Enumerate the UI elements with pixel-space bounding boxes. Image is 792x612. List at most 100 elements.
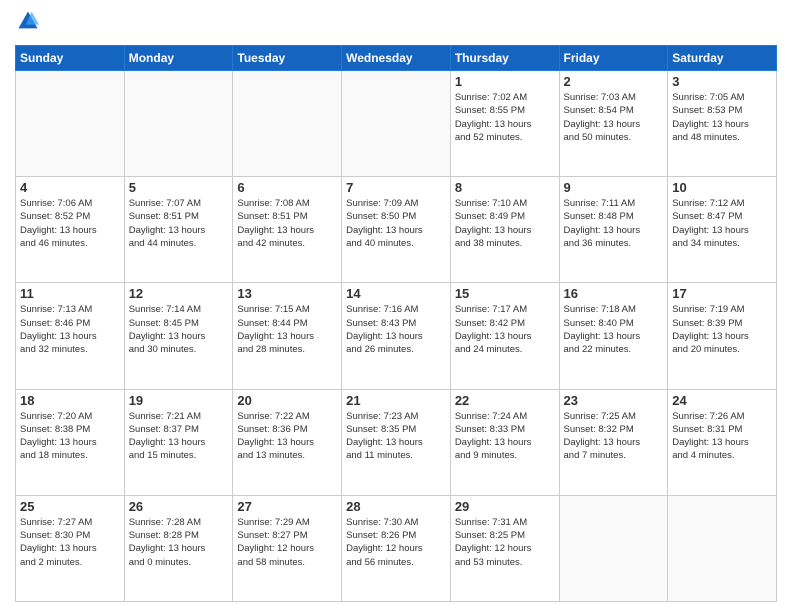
day-info: Sunrise: 7:24 AMSunset: 8:33 PMDaylight:… bbox=[455, 410, 555, 463]
day-info: Sunrise: 7:05 AMSunset: 8:53 PMDaylight:… bbox=[672, 91, 772, 144]
calendar-day-header: Friday bbox=[559, 46, 668, 71]
day-number: 19 bbox=[129, 393, 229, 408]
day-info: Sunrise: 7:14 AMSunset: 8:45 PMDaylight:… bbox=[129, 303, 229, 356]
calendar-day-header: Thursday bbox=[450, 46, 559, 71]
logo-icon bbox=[17, 10, 39, 32]
day-number: 21 bbox=[346, 393, 446, 408]
calendar-cell: 1 Sunrise: 7:02 AMSunset: 8:55 PMDaylight… bbox=[450, 71, 559, 177]
day-info: Sunrise: 7:30 AMSunset: 8:26 PMDaylight:… bbox=[346, 516, 446, 569]
day-number: 5 bbox=[129, 180, 229, 195]
day-info: Sunrise: 7:02 AMSunset: 8:55 PMDaylight:… bbox=[455, 91, 555, 144]
day-number: 25 bbox=[20, 499, 120, 514]
day-info: Sunrise: 7:26 AMSunset: 8:31 PMDaylight:… bbox=[672, 410, 772, 463]
day-info: Sunrise: 7:06 AMSunset: 8:52 PMDaylight:… bbox=[20, 197, 120, 250]
day-number: 3 bbox=[672, 74, 772, 89]
calendar-header-row: SundayMondayTuesdayWednesdayThursdayFrid… bbox=[16, 46, 777, 71]
calendar-cell bbox=[559, 495, 668, 601]
calendar-cell: 26 Sunrise: 7:28 AMSunset: 8:28 PMDayligh… bbox=[124, 495, 233, 601]
calendar-cell: 7 Sunrise: 7:09 AMSunset: 8:50 PMDaylight… bbox=[342, 177, 451, 283]
page: SundayMondayTuesdayWednesdayThursdayFrid… bbox=[0, 0, 792, 612]
calendar-cell: 19 Sunrise: 7:21 AMSunset: 8:37 PMDayligh… bbox=[124, 389, 233, 495]
calendar-cell bbox=[233, 71, 342, 177]
calendar-cell: 23 Sunrise: 7:25 AMSunset: 8:32 PMDayligh… bbox=[559, 389, 668, 495]
calendar-cell: 22 Sunrise: 7:24 AMSunset: 8:33 PMDayligh… bbox=[450, 389, 559, 495]
calendar-cell: 5 Sunrise: 7:07 AMSunset: 8:51 PMDaylight… bbox=[124, 177, 233, 283]
day-info: Sunrise: 7:23 AMSunset: 8:35 PMDaylight:… bbox=[346, 410, 446, 463]
day-number: 1 bbox=[455, 74, 555, 89]
day-number: 14 bbox=[346, 286, 446, 301]
calendar-cell: 13Sunrise: 7:15 AMSunset: 8:44 PMDayligh… bbox=[233, 283, 342, 389]
day-info: Sunrise: 7:21 AMSunset: 8:37 PMDaylight:… bbox=[129, 410, 229, 463]
day-info: Sunrise: 7:17 AMSunset: 8:42 PMDaylight:… bbox=[455, 303, 555, 356]
calendar-cell: 27Sunrise: 7:29 AMSunset: 8:27 PMDayligh… bbox=[233, 495, 342, 601]
calendar-cell: 15 Sunrise: 7:17 AMSunset: 8:42 PMDayligh… bbox=[450, 283, 559, 389]
day-number: 10 bbox=[672, 180, 772, 195]
calendar-cell: 20 Sunrise: 7:22 AMSunset: 8:36 PMDayligh… bbox=[233, 389, 342, 495]
calendar-cell bbox=[342, 71, 451, 177]
calendar-week-row: 4 Sunrise: 7:06 AMSunset: 8:52 PMDaylight… bbox=[16, 177, 777, 283]
calendar-day-header: Wednesday bbox=[342, 46, 451, 71]
calendar-day-header: Sunday bbox=[16, 46, 125, 71]
calendar-cell: 11 Sunrise: 7:13 AMSunset: 8:46 PMDayligh… bbox=[16, 283, 125, 389]
day-info: Sunrise: 7:16 AMSunset: 8:43 PMDaylight:… bbox=[346, 303, 446, 356]
day-number: 2 bbox=[564, 74, 664, 89]
calendar-cell: 8 Sunrise: 7:10 AMSunset: 8:49 PMDaylight… bbox=[450, 177, 559, 283]
day-number: 9 bbox=[564, 180, 664, 195]
day-info: Sunrise: 7:31 AMSunset: 8:25 PMDaylight:… bbox=[455, 516, 555, 569]
day-info: Sunrise: 7:07 AMSunset: 8:51 PMDaylight:… bbox=[129, 197, 229, 250]
day-info: Sunrise: 7:19 AMSunset: 8:39 PMDaylight:… bbox=[672, 303, 772, 356]
day-number: 20 bbox=[237, 393, 337, 408]
day-number: 16 bbox=[564, 286, 664, 301]
calendar-cell: 17 Sunrise: 7:19 AMSunset: 8:39 PMDayligh… bbox=[668, 283, 777, 389]
header bbox=[15, 10, 777, 37]
day-info: Sunrise: 7:20 AMSunset: 8:38 PMDaylight:… bbox=[20, 410, 120, 463]
calendar-table: SundayMondayTuesdayWednesdayThursdayFrid… bbox=[15, 45, 777, 602]
day-number: 11 bbox=[20, 286, 120, 301]
logo bbox=[15, 10, 43, 37]
calendar-week-row: 1 Sunrise: 7:02 AMSunset: 8:55 PMDaylight… bbox=[16, 71, 777, 177]
day-number: 7 bbox=[346, 180, 446, 195]
day-number: 22 bbox=[455, 393, 555, 408]
calendar-cell bbox=[668, 495, 777, 601]
day-info: Sunrise: 7:03 AMSunset: 8:54 PMDaylight:… bbox=[564, 91, 664, 144]
day-info: Sunrise: 7:29 AMSunset: 8:27 PMDaylight:… bbox=[237, 516, 337, 569]
calendar-day-header: Saturday bbox=[668, 46, 777, 71]
calendar-cell: 2 Sunrise: 7:03 AMSunset: 8:54 PMDaylight… bbox=[559, 71, 668, 177]
day-info: Sunrise: 7:08 AMSunset: 8:51 PMDaylight:… bbox=[237, 197, 337, 250]
day-number: 23 bbox=[564, 393, 664, 408]
day-info: Sunrise: 7:12 AMSunset: 8:47 PMDaylight:… bbox=[672, 197, 772, 250]
day-info: Sunrise: 7:09 AMSunset: 8:50 PMDaylight:… bbox=[346, 197, 446, 250]
day-number: 8 bbox=[455, 180, 555, 195]
calendar-cell: 16 Sunrise: 7:18 AMSunset: 8:40 PMDayligh… bbox=[559, 283, 668, 389]
day-info: Sunrise: 7:22 AMSunset: 8:36 PMDaylight:… bbox=[237, 410, 337, 463]
calendar-cell: 24Sunrise: 7:26 AMSunset: 8:31 PMDayligh… bbox=[668, 389, 777, 495]
calendar-cell: 18 Sunrise: 7:20 AMSunset: 8:38 PMDayligh… bbox=[16, 389, 125, 495]
day-number: 28 bbox=[346, 499, 446, 514]
calendar-week-row: 25 Sunrise: 7:27 AMSunset: 8:30 PMDayligh… bbox=[16, 495, 777, 601]
day-number: 15 bbox=[455, 286, 555, 301]
day-info: Sunrise: 7:25 AMSunset: 8:32 PMDaylight:… bbox=[564, 410, 664, 463]
day-info: Sunrise: 7:13 AMSunset: 8:46 PMDaylight:… bbox=[20, 303, 120, 356]
day-number: 26 bbox=[129, 499, 229, 514]
day-number: 17 bbox=[672, 286, 772, 301]
calendar-cell bbox=[16, 71, 125, 177]
day-info: Sunrise: 7:10 AMSunset: 8:49 PMDaylight:… bbox=[455, 197, 555, 250]
day-number: 18 bbox=[20, 393, 120, 408]
calendar-cell: 3 Sunrise: 7:05 AMSunset: 8:53 PMDaylight… bbox=[668, 71, 777, 177]
day-info: Sunrise: 7:28 AMSunset: 8:28 PMDaylight:… bbox=[129, 516, 229, 569]
calendar-day-header: Tuesday bbox=[233, 46, 342, 71]
day-info: Sunrise: 7:27 AMSunset: 8:30 PMDaylight:… bbox=[20, 516, 120, 569]
calendar-cell: 29 Sunrise: 7:31 AMSunset: 8:25 PMDayligh… bbox=[450, 495, 559, 601]
day-number: 29 bbox=[455, 499, 555, 514]
calendar-week-row: 11 Sunrise: 7:13 AMSunset: 8:46 PMDayligh… bbox=[16, 283, 777, 389]
calendar-cell: 25 Sunrise: 7:27 AMSunset: 8:30 PMDayligh… bbox=[16, 495, 125, 601]
day-number: 12 bbox=[129, 286, 229, 301]
day-info: Sunrise: 7:18 AMSunset: 8:40 PMDaylight:… bbox=[564, 303, 664, 356]
day-number: 4 bbox=[20, 180, 120, 195]
calendar-week-row: 18 Sunrise: 7:20 AMSunset: 8:38 PMDayligh… bbox=[16, 389, 777, 495]
calendar-cell bbox=[124, 71, 233, 177]
calendar-day-header: Monday bbox=[124, 46, 233, 71]
day-number: 6 bbox=[237, 180, 337, 195]
calendar-cell: 12 Sunrise: 7:14 AMSunset: 8:45 PMDayligh… bbox=[124, 283, 233, 389]
calendar-cell: 10 Sunrise: 7:12 AMSunset: 8:47 PMDayligh… bbox=[668, 177, 777, 283]
